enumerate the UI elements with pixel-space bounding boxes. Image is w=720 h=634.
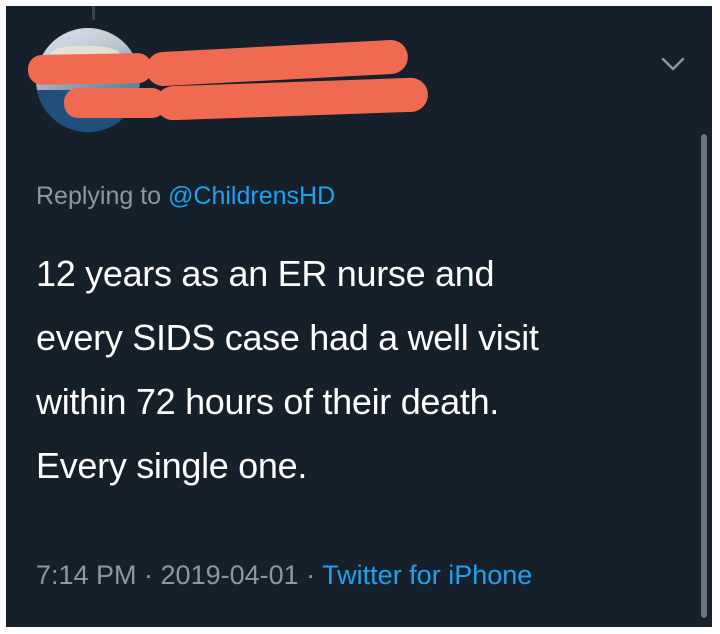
tweet-source-link[interactable]: Twitter for iPhone xyxy=(322,560,532,590)
thread-connector-line xyxy=(92,6,95,20)
replying-to-line: Replying to @ChildrensHD xyxy=(36,182,335,211)
replying-to-label: Replying to xyxy=(36,182,162,210)
chevron-down-icon[interactable] xyxy=(660,54,686,74)
tweet-text: 12 years as an ER nurse and every SIDS c… xyxy=(36,242,686,498)
redacted-display-name xyxy=(27,52,153,86)
redacted-handle xyxy=(64,88,166,118)
tweet-text-line: within 72 hours of their death. xyxy=(36,381,499,422)
reply-handle-link[interactable]: @ChildrensHD xyxy=(168,182,335,210)
scrollbar[interactable] xyxy=(701,134,707,618)
tweet-text-line: Every single one. xyxy=(36,445,308,486)
tweet-card: Replying to @ChildrensHD 12 years as an … xyxy=(6,6,712,627)
tweet-text-line: every SIDS case had a well visit xyxy=(36,317,539,358)
tweet-timestamp[interactable]: 7:14 PM · 2019-04-01 · xyxy=(36,560,322,590)
screenshot-frame: Replying to @ChildrensHD 12 years as an … xyxy=(0,0,720,634)
tweet-meta: 7:14 PM · 2019-04-01 · Twitter for iPhon… xyxy=(36,560,532,591)
tweet-text-line: 12 years as an ER nurse and xyxy=(36,253,495,294)
